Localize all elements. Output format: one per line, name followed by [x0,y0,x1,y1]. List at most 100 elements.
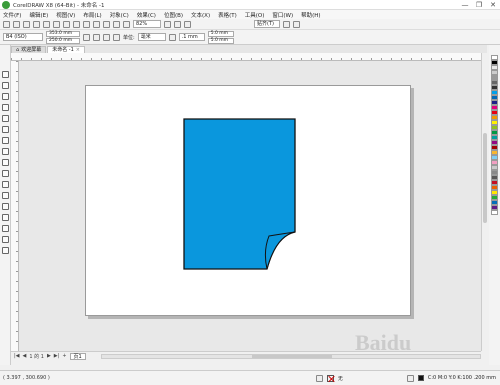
full-screen-icon[interactable] [164,20,171,28]
drop-shadow-tool-icon[interactable] [1,203,9,210]
status-bar: ( 3.397 , 300.690 ) 无 C:0 M:0 Y:0 K:100 … [0,370,500,385]
menu-edit[interactable]: 编辑(E) [29,11,48,19]
window-title: CorelDRAW X8 (64-Bit) - 未命名 -1 [13,2,105,9]
freehand-tool-icon[interactable] [1,115,9,122]
previous-page-icon[interactable]: ◀ [23,353,27,359]
units-select[interactable]: 毫米 [137,33,166,41]
pick-tool-icon[interactable] [1,71,9,78]
eyedropper-tool-icon[interactable] [1,225,9,232]
page-dimensions: 353.0 mm 250.0 mm [46,30,80,44]
title-bar: CorelDRAW X8 (64-Bit) - 未命名 -1 — ❐ ✕ [0,0,500,10]
nudge-icon [168,33,176,41]
horizontal-scroll-thumb[interactable] [252,354,332,358]
all-pages-icon[interactable] [103,33,110,41]
standard-toolbar: 82% 贴齐(T) [0,19,500,30]
text-tool-icon[interactable] [1,170,9,177]
duplicate-distance: 5.0 mm 5.0 mm [207,30,234,44]
page-drawing [183,118,296,270]
duplicate-x-input[interactable]: 5.0 mm [207,30,234,37]
page-width-input[interactable]: 353.0 mm [46,30,80,37]
minimize-button[interactable]: — [458,1,472,9]
show-grid-icon[interactable] [184,20,191,28]
artistic-media-tool-icon[interactable] [1,126,9,133]
close-button[interactable]: ✕ [486,1,500,9]
units-label: 单位: [123,34,135,41]
copy-icon[interactable] [53,20,60,28]
crop-tool-icon[interactable] [1,93,9,100]
open-icon[interactable] [13,20,20,28]
menu-tools[interactable]: 工具(O) [245,11,265,19]
tab-welcome-screen[interactable]: ⌂ 欢迎屏幕 [11,46,47,53]
toolbox [0,45,11,365]
connector-tool-icon[interactable] [1,192,9,199]
parallel-dimension-tool-icon[interactable] [1,181,9,188]
ellipse-tool-icon[interactable] [1,148,9,155]
property-bar: B4 (ISO) 353.0 mm 250.0 mm 单位: 毫米 .1 mm … [0,30,500,45]
new-document-icon[interactable] [3,20,10,28]
first-page-icon[interactable]: |◀ [14,353,20,359]
outline-status: C:0 M:0 Y:0 K:100 .200 mm [427,375,496,381]
menu-bar: 文件(F) 编辑(E) 视图(V) 布局(L) 对象(C) 效果(C) 位图(B… [0,10,500,19]
landscape-icon[interactable] [93,33,100,41]
horizontal-ruler[interactable] [11,53,481,61]
page[interactable] [85,85,411,316]
page-tab[interactable]: 页1 [69,352,86,360]
fill-status-label: 无 [337,375,343,382]
menu-layout[interactable]: 布局(L) [83,11,101,19]
last-page-icon[interactable]: ▶| [54,353,60,359]
menu-table[interactable]: 表格(T) [218,11,237,19]
publish-pdf-icon[interactable] [123,20,130,28]
polygon-tool-icon[interactable] [1,159,9,166]
rectangle-tool-icon[interactable] [1,137,9,144]
menu-file[interactable]: 文件(F) [3,11,21,19]
zoom-tool-icon[interactable] [1,104,9,111]
redo-icon[interactable] [83,20,90,28]
transparency-tool-icon[interactable] [1,214,9,221]
undo-icon[interactable] [73,20,80,28]
menu-bitmaps[interactable]: 位图(B) [164,11,183,19]
cut-icon[interactable] [43,20,50,28]
interactive-fill-tool-icon[interactable] [1,236,9,243]
save-icon[interactable] [23,20,30,28]
application-launcher-icon[interactable] [293,20,300,28]
menu-effects[interactable]: 效果(C) [137,11,156,19]
menu-window[interactable]: 窗口(W) [272,11,293,19]
page-size-preset-select[interactable]: B4 (ISO) [3,33,43,41]
page-height-input[interactable]: 250.0 mm [46,37,80,44]
export-icon[interactable] [113,20,120,28]
shape-tool-icon[interactable] [1,82,9,89]
search-content-icon[interactable] [93,20,100,28]
vertical-ruler[interactable] [11,61,19,351]
zoom-level-select[interactable]: 82% [133,20,161,28]
vertical-scroll-thumb[interactable] [483,133,487,223]
options-gear-icon[interactable] [283,20,290,28]
outline-pen-icon [406,374,414,382]
duplicate-y-input[interactable]: 5.0 mm [207,37,234,44]
portrait-icon[interactable] [83,33,90,41]
menu-text[interactable]: 文本(X) [191,11,210,19]
paste-icon[interactable] [63,20,70,28]
tab-untitled-document[interactable]: 未命名 -1 × [47,46,85,53]
nudge-distance-input[interactable]: .1 mm [178,33,205,41]
menu-object[interactable]: 对象(C) [110,11,129,19]
next-page-icon[interactable]: ▶ [47,353,51,359]
show-rulers-icon[interactable] [174,20,181,28]
folded-document-shape[interactable] [183,118,296,270]
snap-to-dropdown[interactable]: 贴齐(T) [254,20,280,28]
smart-fill-tool-icon[interactable] [1,247,9,254]
maximize-button[interactable]: ❐ [472,1,486,9]
menu-help[interactable]: 帮助(H) [301,11,320,19]
palette-swatch[interactable] [491,210,498,215]
import-icon[interactable] [103,20,110,28]
no-fill-icon [326,374,334,382]
cursor-coordinates: ( 3.397 , 300.690 ) [3,375,50,381]
page-count: 1 的 1 [29,353,44,360]
add-page-icon[interactable]: + [62,353,66,359]
menu-view[interactable]: 视图(V) [56,11,75,19]
horizontal-scrollbar[interactable] [101,353,481,359]
app-logo-icon [2,0,10,9]
vertical-scrollbar[interactable] [481,53,488,351]
print-icon[interactable] [33,20,40,28]
current-page-icon[interactable] [113,33,120,41]
drawing-canvas[interactable] [19,61,481,351]
